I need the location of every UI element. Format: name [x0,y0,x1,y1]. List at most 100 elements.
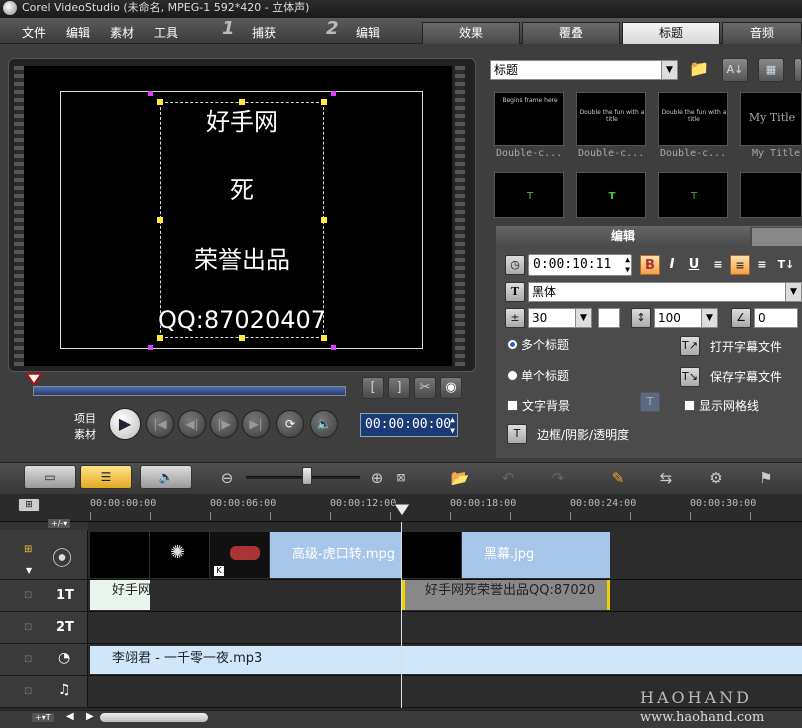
scroll-right-icon[interactable]: ▶ [86,711,94,722]
clip-mode-label[interactable]: 素材 [74,426,96,442]
track-lock-icon[interactable]: ⊡ [24,654,32,665]
preview-timecode[interactable]: 00:00:00:00 ▲ ▼ [360,413,458,437]
title-thumbnail[interactable]: Double the fun with a title [576,92,646,146]
zoom-in-icon[interactable]: ⊕ [366,465,388,491]
video-track-header[interactable]: ⊞ ⦿ ▼ [0,530,88,580]
scissors-icon[interactable]: ✂ [414,377,436,399]
duration-spinner-icon[interactable]: ▲ ▼ [625,255,630,275]
title-track-header[interactable]: ⊡ 1T [0,580,88,612]
track-manager-icon[interactable]: ⚙ [702,465,730,491]
volume-icon[interactable]: 🔈 [310,410,338,438]
title-thumbnail[interactable]: Double the fun with a title [658,92,728,146]
sort-icon[interactable]: A↓ [722,58,748,82]
tab-overlay[interactable]: 覆叠 [522,22,620,44]
timeline-options-icon[interactable]: ⊞ [18,498,40,512]
title-thumbnail[interactable]: My Title [740,92,802,146]
rotate-handle[interactable] [148,91,153,96]
border-shadow-icon[interactable]: T [507,424,527,444]
menu-clip[interactable]: 素材 [110,24,134,41]
playhead-line[interactable] [401,522,402,708]
rotate-handle[interactable] [148,345,153,350]
end-button[interactable]: ▶| [242,410,270,438]
previous-frame-button[interactable]: ◀| [178,410,206,438]
line-spacing-select[interactable]: 100 ▼ [654,308,718,328]
scrub-bar[interactable] [33,386,346,396]
folder-icon[interactable]: 📁 [686,58,712,82]
menu-tools[interactable]: 工具 [154,24,178,41]
track-lock-icon[interactable]: ⊡ [24,590,32,601]
chevron-down-icon[interactable]: ▼ [26,566,32,575]
library-manager-icon[interactable]: ▦ [758,58,784,82]
voice-track-header[interactable]: ⊡ ◔ [0,644,88,676]
title-thumbnail[interactable]: Begins frame here [494,92,564,146]
undo-icon[interactable]: ↶ [494,465,522,491]
video-clip-black[interactable] [90,532,150,578]
smart-proxy-icon[interactable]: ✎ [604,465,632,491]
zoom-slider-thumb[interactable] [302,467,312,485]
align-left-icon[interactable]: ≡ [708,255,728,275]
video-clip-black[interactable] [402,532,462,578]
library-extra-icon[interactable] [794,58,802,82]
image-clip[interactable]: 黑幕.jpg [462,532,610,578]
bold-button[interactable]: B [640,255,660,275]
edit-tab-header[interactable]: 编辑 [496,226,750,246]
resize-handle[interactable] [157,335,163,341]
chapter-point-icon[interactable]: ⚑ [752,465,780,491]
home-button[interactable]: |◀ [146,410,174,438]
single-title-radio[interactable]: 单个标题 [507,367,569,384]
open-subtitle-button[interactable]: 打开字幕文件 [710,338,782,355]
menu-edit[interactable]: 编辑 [66,24,90,41]
rotation-field[interactable]: 0 [754,308,798,328]
track-lock-icon[interactable]: ⊡ [24,622,32,633]
repeat-icon[interactable]: ⟳ [276,410,304,438]
vertical-text-icon[interactable]: T↓ [776,255,796,275]
menu-file[interactable]: 文件 [22,24,46,41]
horizontal-scrollbar[interactable] [100,713,208,722]
title-track-2-header[interactable]: ⊡ 2T [0,612,88,644]
add-track-icon[interactable]: +/-▾ [48,519,71,528]
open-subtitle-icon[interactable]: T↗ [680,336,700,356]
title-thumbnail[interactable] [740,172,802,218]
track-add-bar[interactable]: +/-▾ [0,519,88,530]
video-clip-thumb[interactable]: ✺ [150,532,210,578]
insert-media-icon[interactable]: 📂 [446,465,474,491]
resize-handle[interactable] [239,335,245,341]
rotate-handle[interactable] [331,91,336,96]
scroll-left-icon[interactable]: ◀ [66,711,74,722]
align-right-icon[interactable]: ≡ [752,255,772,275]
storyboard-view-button[interactable]: ▭ [24,465,76,489]
timecode-spinner-icon[interactable]: ▲ ▼ [450,414,455,436]
tab-title[interactable]: 标题 [622,22,720,44]
play-button[interactable]: ▶ [109,408,141,440]
title-clip-selected[interactable]: 好手网死荣誉出品QQ:87020 [402,580,610,610]
mark-in-button[interactable]: [ [362,377,384,399]
fit-project-icon[interactable]: ⊠ [390,465,412,491]
mark-out-button[interactable]: ] [388,377,410,399]
tab-audio[interactable]: 音频 [722,22,802,44]
border-shadow-button[interactable]: 边框/阴影/透明度 [537,426,629,443]
rotate-handle[interactable] [331,345,336,350]
music-track-header[interactable]: ⊡ ♫ [0,676,88,708]
project-mode-label[interactable]: 项目 [74,410,96,426]
show-grid-checkbox[interactable]: 显示网格线 [684,397,759,414]
audio-view-button[interactable]: 🔈 [140,465,192,489]
resize-handle[interactable] [321,217,327,223]
attribute-tab[interactable] [752,228,802,246]
title-clip[interactable]: 好手网 [90,580,150,610]
align-center-icon[interactable]: ≡ [730,255,750,275]
track-lock-icon[interactable]: ⊞ [24,544,32,555]
video-clip-thumb[interactable]: K [210,532,270,578]
resize-handle[interactable] [157,217,163,223]
font-size-select[interactable]: 30 ▼ [528,308,592,328]
italic-button[interactable]: I [662,255,682,275]
duration-field[interactable]: 0:00:10:11 ▲ ▼ [528,254,632,276]
title-thumbnail[interactable]: T [658,172,728,218]
tab-effects[interactable]: 效果 [422,22,520,44]
text-background-settings-icon[interactable]: T [640,392,660,412]
enlarge-preview-icon[interactable]: ◉ [440,377,462,399]
save-subtitle-icon[interactable]: T↘ [680,367,700,387]
video-clip[interactable]: 高级-虎口转.mpg [270,532,402,578]
title-thumbnail[interactable]: T [494,172,564,218]
title-thumbnail[interactable]: T [576,172,646,218]
font-select[interactable]: 黑体 ▼ [528,282,802,302]
